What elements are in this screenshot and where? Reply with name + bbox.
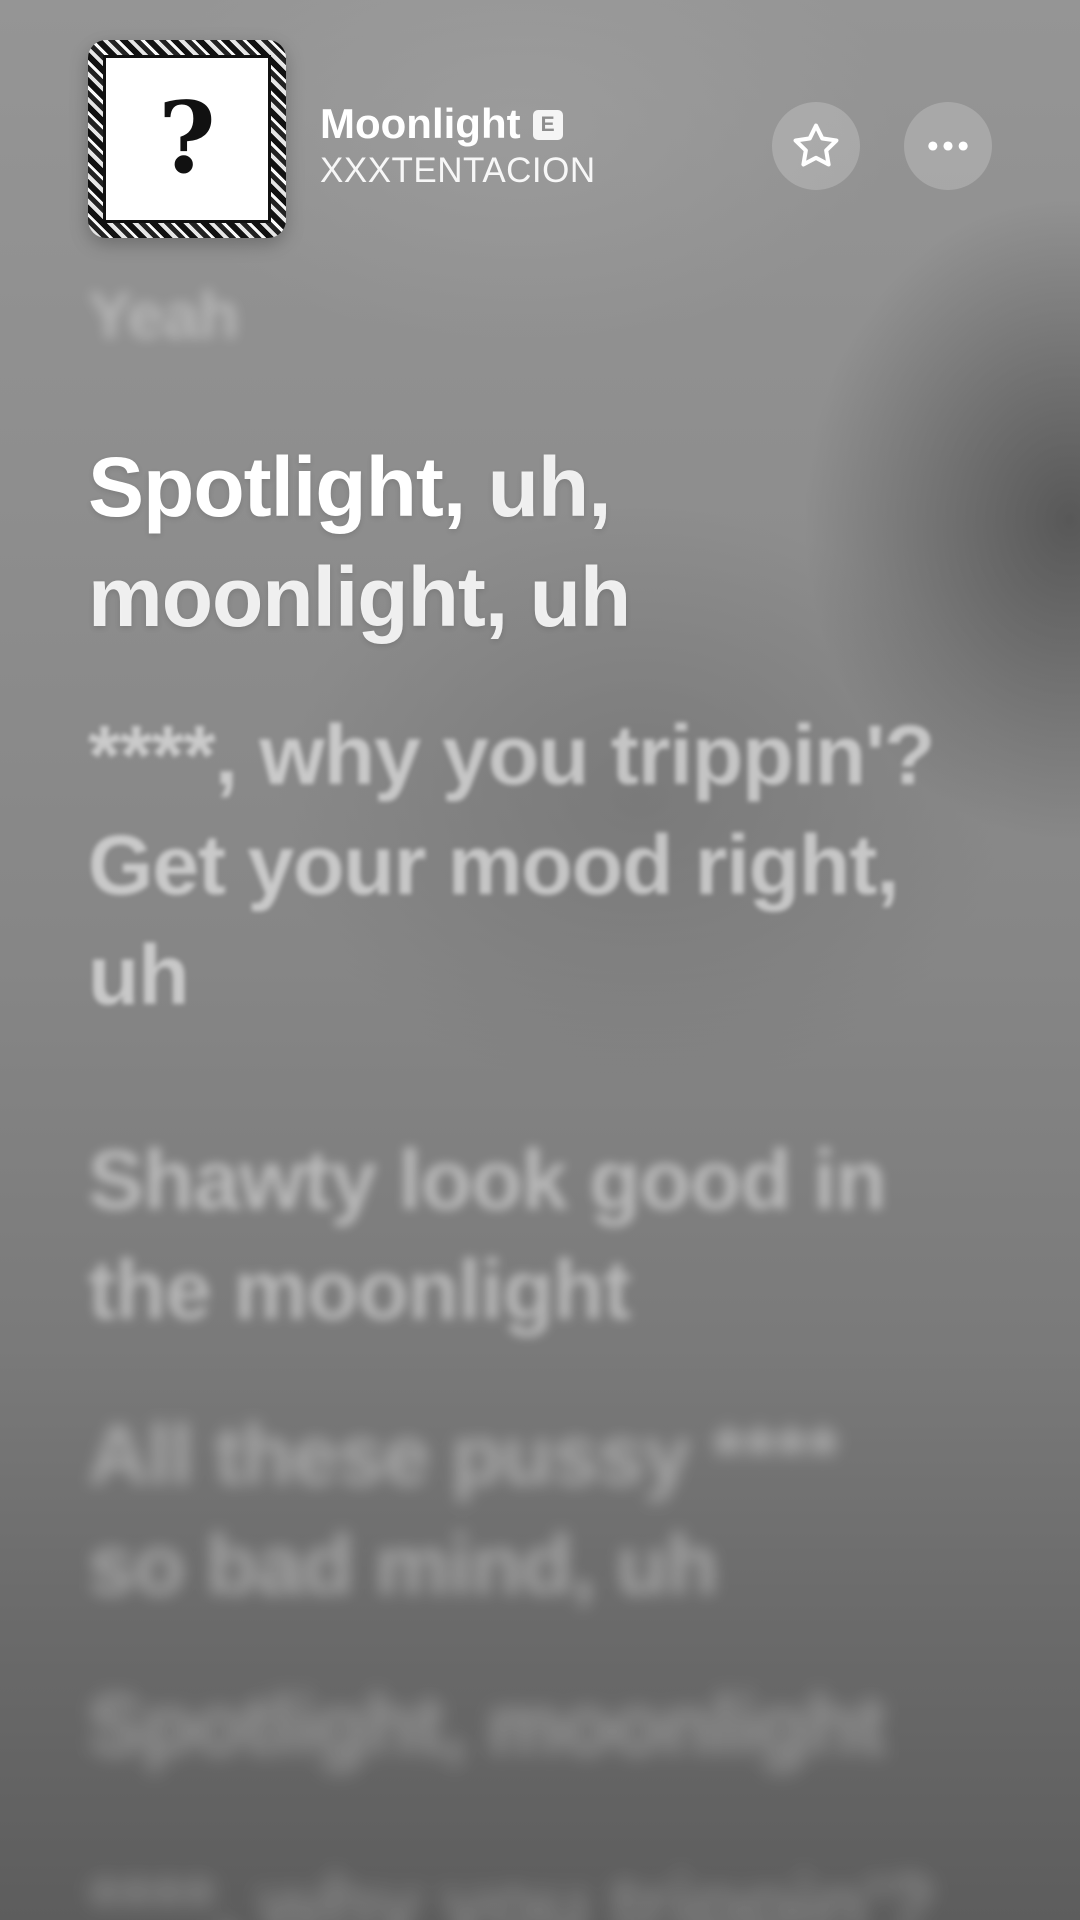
lyric-line-upcoming[interactable]: Shawty look good in the moonlight <box>88 1125 988 1345</box>
now-playing-header: ? Moonlight E XXXTENTACION <box>0 0 1080 260</box>
favorite-button[interactable] <box>772 102 860 190</box>
lyric-line-previous[interactable]: Yeah <box>88 270 988 360</box>
lyric-line-upcoming[interactable]: ****, why you trippin'? <box>88 1850 988 1920</box>
album-artwork-glyph: ? <box>158 81 216 196</box>
song-title: Moonlight <box>320 100 521 147</box>
lyric-current-highlighted: Spotlight, <box>88 440 466 534</box>
lyric-line-upcoming[interactable]: Spotlight, moonlight <box>88 1670 988 1780</box>
album-artwork[interactable]: ? <box>88 40 286 238</box>
explicit-badge: E <box>532 109 563 140</box>
more-options-button[interactable] <box>904 102 992 190</box>
lyric-line-upcoming[interactable]: ****, why you trippin'? Get your mood ri… <box>88 700 988 1030</box>
artist-name[interactable]: XXXTENTACION <box>320 150 596 192</box>
lyric-line-current[interactable]: Spotlight, uh, moonlight, uh <box>88 432 988 652</box>
album-artwork-inner: ? <box>106 58 268 220</box>
song-title-row[interactable]: Moonlight E <box>320 100 563 148</box>
star-outline-icon <box>793 123 839 167</box>
ellipsis-icon <box>928 141 968 151</box>
lyric-line-upcoming[interactable]: All these pussy **** so bad mind, uh <box>88 1400 988 1620</box>
